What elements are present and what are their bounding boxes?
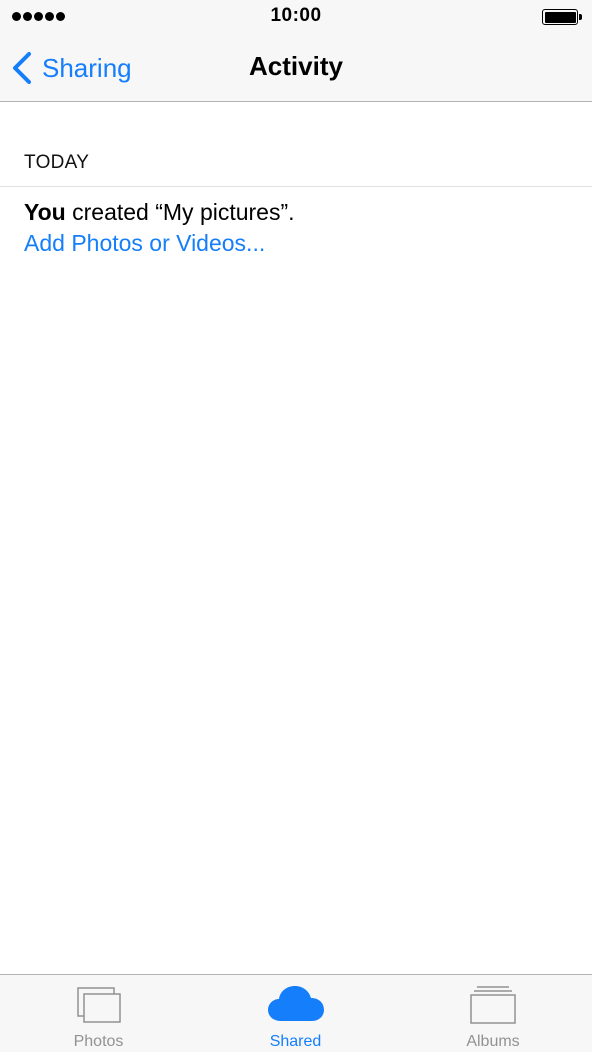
tab-bar: Photos Shared Albums [0, 974, 592, 1052]
tab-label: Shared [269, 1033, 322, 1050]
photos-icon [76, 987, 121, 1023]
tab-shared[interactable]: Shared [197, 975, 394, 1052]
tab-albums[interactable]: Albums [394, 975, 592, 1052]
page-title: Activity [249, 51, 343, 81]
nav-bar: Sharing Activity [0, 34, 592, 102]
status-time: 10:00 [270, 5, 322, 26]
activity-item: You created “My pictures”. [24, 199, 295, 226]
screen: 10:00 Sharing Activity TODAY You created… [0, 0, 592, 1052]
activity-actor: You [24, 199, 66, 225]
status-bar: 10:00 [0, 0, 592, 34]
tab-label: Albums [466, 1033, 520, 1050]
activity-text: created “My pictures”. [65, 199, 295, 225]
cloud-icon [267, 986, 324, 1021]
tab-label: Photos [73, 1033, 124, 1050]
add-photos-link[interactable]: Add Photos or Videos... [24, 230, 265, 257]
divider [0, 186, 592, 187]
battery-icon [542, 9, 582, 25]
tab-photos[interactable]: Photos [0, 975, 197, 1052]
section-header: TODAY [24, 152, 90, 173]
albums-icon [470, 986, 516, 1024]
